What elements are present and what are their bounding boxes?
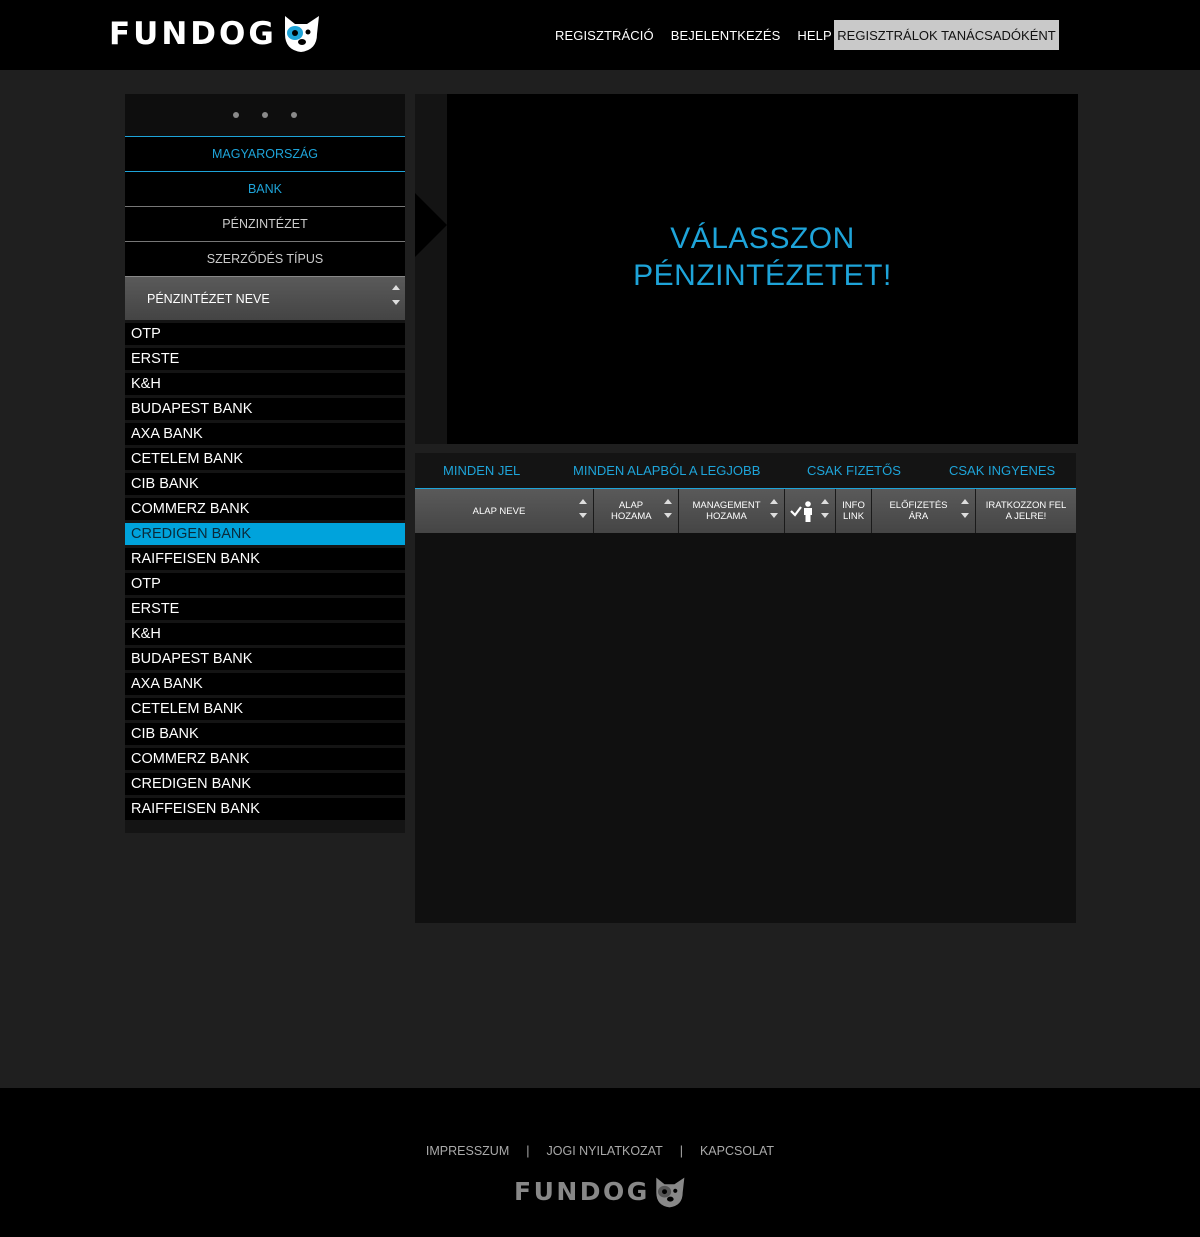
dog-logo-icon xyxy=(656,1177,685,1207)
footer-links: IMPRESSZUM | JOGI NYILATKOZAT | KAPCSOLA… xyxy=(0,1144,1200,1158)
preview-area: VÁLASSZON PÉNZINTÉZETET! xyxy=(447,94,1078,444)
column-label: ALAP NEVE xyxy=(472,505,526,517)
column-label: IRATKOZZON FEL A JELRE! xyxy=(985,500,1067,522)
tab-free-only[interactable]: CSAK INGYENES xyxy=(949,453,1055,488)
bank-list-item[interactable]: ERSTE xyxy=(125,598,405,620)
bank-list-item[interactable]: RAIFFEISEN BANK xyxy=(125,798,405,820)
column-info-link: INFO LINK xyxy=(836,489,872,533)
filter-type[interactable]: BANK xyxy=(125,171,405,206)
sort-down-icon[interactable] xyxy=(392,300,400,305)
bank-list-item[interactable]: COMMERZ BANK xyxy=(125,748,405,770)
bank-list-item[interactable]: BUDAPEST BANK xyxy=(125,398,405,420)
footer-impressum-link[interactable]: IMPRESSZUM xyxy=(426,1144,509,1158)
sort-down-icon[interactable] xyxy=(821,513,829,518)
footer-legal-link[interactable]: JOGI NYILATKOZAT xyxy=(547,1144,663,1158)
bank-list-item[interactable]: OTP xyxy=(125,573,405,595)
sort-up-icon[interactable] xyxy=(392,285,400,290)
logo-text: FUNDOG xyxy=(109,16,277,52)
dot-icon xyxy=(233,112,239,118)
bank-list-item[interactable]: BUDAPEST BANK xyxy=(125,648,405,670)
bank-list-item[interactable]: CIB BANK xyxy=(125,473,405,495)
column-label: ALAP HOZAMA xyxy=(611,500,652,522)
column-label: MANAGEMENT HOZAMA xyxy=(692,500,761,522)
bank-list-item[interactable]: K&H xyxy=(125,373,405,395)
bank-list-item[interactable]: AXA BANK xyxy=(125,423,405,445)
tab-best-of-all[interactable]: MINDEN ALAPBÓL A LEGJOBB xyxy=(573,453,760,488)
top-nav: REGISZTRÁCIÓ BEJELENTKEZÉS HELP xyxy=(555,20,849,50)
site-header: FUNDOG REGISZTRÁCIÓ BEJELENTKEZÉS HELP R… xyxy=(0,0,1200,70)
column-management-return[interactable]: MANAGEMENT HOZAMA xyxy=(679,489,785,533)
sort-down-icon[interactable] xyxy=(961,513,969,518)
column-fund-return[interactable]: ALAP HOZAMA xyxy=(594,489,679,533)
bank-list-item[interactable]: AXA BANK xyxy=(125,673,405,695)
signal-tabs: MINDEN JEL MINDEN ALAPBÓL A LEGJOBB CSAK… xyxy=(415,453,1076,489)
sort-up-icon[interactable] xyxy=(961,499,969,504)
sort-header-label: PÉNZINTÉZET NEVE xyxy=(147,291,270,306)
sort-down-icon[interactable] xyxy=(770,513,778,518)
bank-list-item[interactable]: CREDIGEN BANK xyxy=(125,773,405,795)
pointer-arrow xyxy=(415,193,447,257)
sort-up-icon[interactable] xyxy=(770,499,778,504)
footer-separator: | xyxy=(526,1144,530,1158)
footer-separator: | xyxy=(679,1144,683,1158)
bank-list-item[interactable]: CETELEM BANK xyxy=(125,448,405,470)
bank-list: OTP ERSTE K&H BUDAPEST BANK AXA BANK CETELEM … xyxy=(125,323,405,820)
fund-table-header: ALAP NEVE ALAP HOZAMA MANAGEMENT HOZAMA … xyxy=(415,489,1076,533)
footer-contact-link[interactable]: KAPCSOLAT xyxy=(700,1144,774,1158)
column-label: INFO LINK xyxy=(842,500,865,522)
bank-list-item[interactable]: K&H xyxy=(125,623,405,645)
dot-icon xyxy=(262,112,268,118)
filter-country[interactable]: MAGYARORSZÁG xyxy=(125,136,405,171)
sort-down-icon[interactable] xyxy=(664,513,672,518)
dot-icon xyxy=(291,112,297,118)
register-advisor-button[interactable]: REGISZTRÁLOK TANÁCSADÓKÉNT xyxy=(834,20,1059,50)
nav-login-link[interactable]: BEJELENTKEZÉS xyxy=(671,28,781,43)
sidebar: MAGYARORSZÁG BANK PÉNZINTÉZET SZERZŐDÉS … xyxy=(125,94,405,833)
sort-up-icon[interactable] xyxy=(579,499,587,504)
fund-table-body xyxy=(415,533,1076,923)
tab-paid-only[interactable]: CSAK FIZETŐS xyxy=(807,453,901,488)
sort-up-icon[interactable] xyxy=(821,499,829,504)
nav-register-link[interactable]: REGISZTRÁCIÓ xyxy=(555,28,654,43)
bank-list-item[interactable]: CIB BANK xyxy=(125,723,405,745)
bank-list-item[interactable]: COMMERZ BANK xyxy=(125,498,405,520)
column-subscription-price[interactable]: ELŐFIZETÉS ÁRA xyxy=(872,489,976,533)
footer-logo[interactable]: FUNDOG xyxy=(514,1175,686,1209)
prompt-line-1: VÁLASSZON xyxy=(670,222,855,255)
column-label: ELŐFIZETÉS ÁRA xyxy=(889,500,948,522)
choose-institution-prompt: VÁLASSZON PÉNZINTÉZETET! xyxy=(447,220,1078,294)
sort-down-icon[interactable] xyxy=(579,513,587,518)
nav-help-link[interactable]: HELP xyxy=(797,28,831,43)
bank-list-item[interactable]: CREDIGEN BANK xyxy=(125,523,405,545)
filter-institution[interactable]: PÉNZINTÉZET xyxy=(125,206,405,241)
filter-contract-type[interactable]: SZERZŐDÉS TÍPUS xyxy=(125,241,405,276)
bank-list-item[interactable]: RAIFFEISEN BANK xyxy=(125,548,405,570)
column-verified[interactable] xyxy=(785,489,836,533)
main-preview-panel: VÁLASSZON PÉNZINTÉZETET! xyxy=(415,94,1078,444)
sort-up-icon[interactable] xyxy=(664,499,672,504)
person-check-icon xyxy=(790,501,812,522)
logo[interactable]: FUNDOG xyxy=(109,14,321,54)
site-footer: IMPRESSZUM | JOGI NYILATKOZAT | KAPCSOLA… xyxy=(0,1088,1200,1237)
column-fund-name[interactable]: ALAP NEVE xyxy=(415,489,594,533)
bank-list-item[interactable]: CETELEM BANK xyxy=(125,698,405,720)
prompt-line-2: PÉNZINTÉZETET! xyxy=(633,259,892,292)
bank-list-item[interactable]: ERSTE xyxy=(125,348,405,370)
tab-all-signals[interactable]: MINDEN JEL xyxy=(443,453,520,488)
dots-menu[interactable] xyxy=(125,94,405,136)
footer-logo-text: FUNDOG xyxy=(514,1177,650,1206)
column-subscribe: IRATKOZZON FEL A JELRE! xyxy=(976,489,1076,533)
bank-list-item[interactable]: OTP xyxy=(125,323,405,345)
dog-logo-icon xyxy=(284,16,319,52)
institution-name-sort-header[interactable]: PÉNZINTÉZET NEVE xyxy=(125,276,405,320)
